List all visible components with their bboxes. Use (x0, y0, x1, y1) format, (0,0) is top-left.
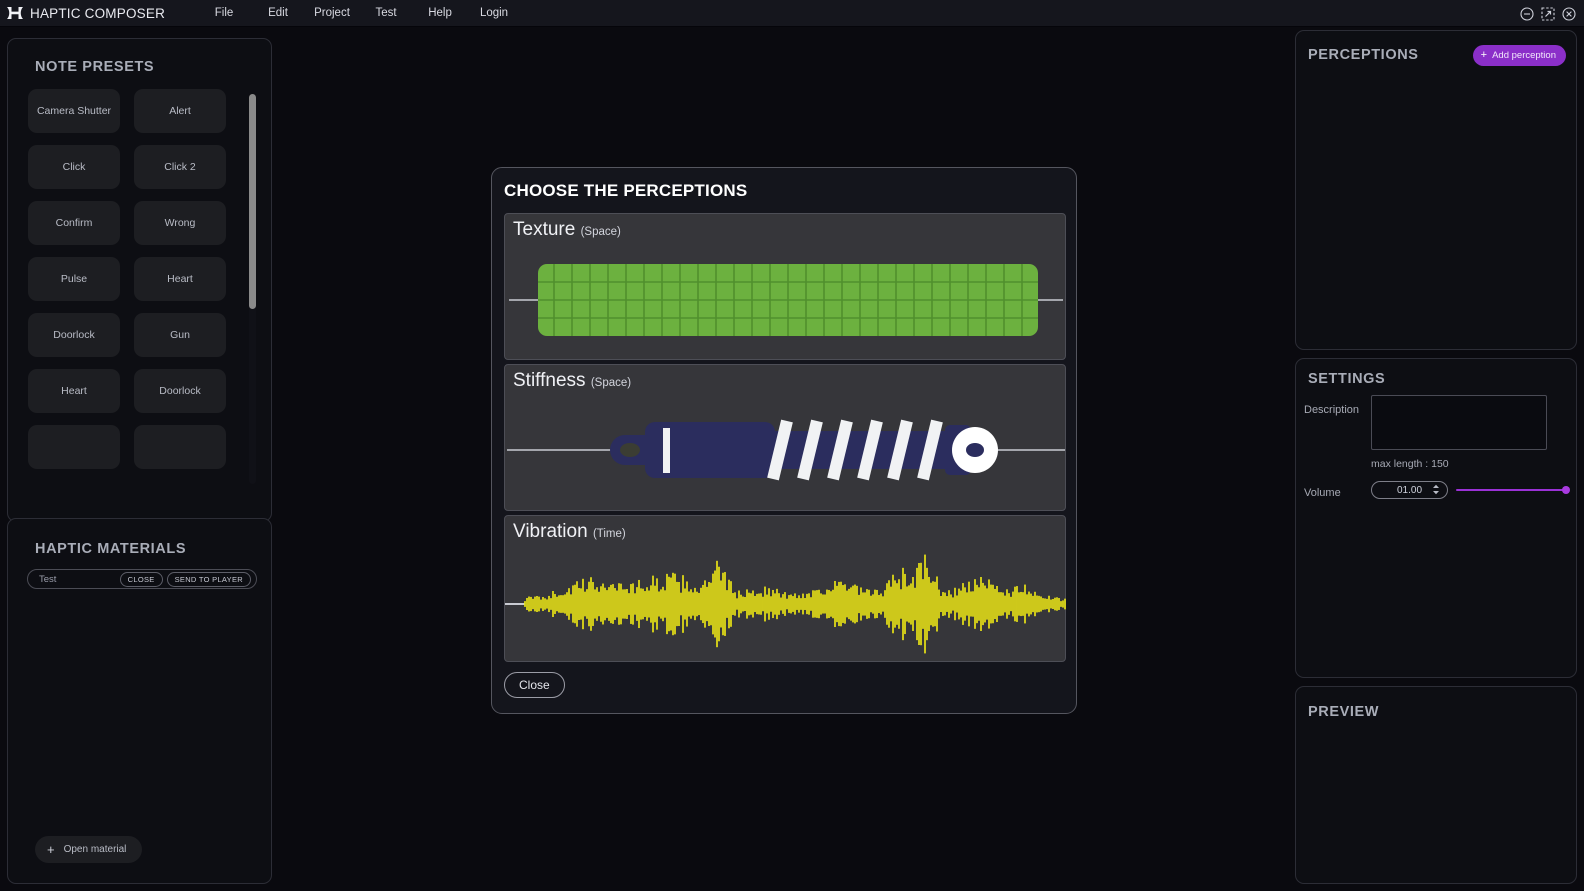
material-close-button[interactable]: CLOSE (119, 571, 163, 587)
preset-click-2[interactable]: Click 2 (134, 145, 226, 189)
waveform-yellow-icon (505, 554, 1066, 654)
volume-value: 01.00 (1396, 484, 1423, 496)
preset-doorlock-2[interactable]: Doorlock (134, 369, 226, 413)
preset-row: Pulse Heart (28, 257, 246, 301)
preset-wrong[interactable]: Wrong (134, 201, 226, 245)
perception-stiffness-domain: (Space) (590, 377, 632, 389)
note-presets-panel: NOTE PRESETS Camera Shutter Alert Click … (7, 38, 272, 522)
menu-item-help[interactable]: Help (413, 3, 467, 23)
perception-texture-domain: (Space) (580, 226, 621, 238)
spring-damper-icon (507, 419, 1065, 481)
volume-slider-thumb[interactable] (1562, 486, 1570, 494)
preset-confirm[interactable]: Confirm (28, 201, 120, 245)
max-length-hint: max length : 150 (1371, 458, 1449, 470)
perception-card-texture[interactable]: Texture (Space) (504, 213, 1066, 360)
preset-gun[interactable]: Gun (134, 313, 226, 357)
preset-row: Heart Doorlock (28, 369, 246, 413)
note-presets-grid: Camera Shutter Alert Click Click 2 Confi… (28, 89, 246, 489)
chevron-up-down-icon (1433, 484, 1439, 495)
perception-stiffness-label: Stiffness (Space) (513, 370, 631, 392)
preview-panel: PREVIEW (1295, 686, 1577, 884)
perception-vibration-domain: (Time) (592, 528, 626, 540)
preset-row: Doorlock Gun (28, 313, 246, 357)
modal-title: CHOOSE THE PERCEPTIONS (504, 181, 748, 200)
description-field[interactable] (1371, 395, 1547, 450)
perception-card-vibration[interactable]: Vibration (Time) (504, 515, 1066, 662)
haptic-materials-panel: HAPTIC MATERIALS Test CLOSE SEND TO PLAY… (7, 518, 272, 884)
menu-item-file[interactable]: File (197, 3, 251, 23)
settings-panel: SETTINGS Description max length : 150 Vo… (1295, 358, 1577, 678)
haptic-material-row[interactable]: Test CLOSE SEND TO PLAYER (27, 569, 257, 589)
preset-alert[interactable]: Alert (134, 89, 226, 133)
choose-perceptions-modal: CHOOSE THE PERCEPTIONS Texture (Space) S… (491, 167, 1077, 714)
settings-title: SETTINGS (1308, 371, 1386, 387)
stepper-chevrons-icon[interactable] (1432, 484, 1440, 495)
minimize-icon[interactable] (1520, 6, 1534, 21)
perception-texture-name: Texture (513, 219, 576, 240)
modal-close-button[interactable]: Close (504, 672, 565, 698)
hourglass-logo-icon (7, 7, 23, 19)
menu-bar: File Edit Project Test Help Login (197, 3, 521, 23)
app-title: HAPTIC COMPOSER (30, 5, 166, 21)
perception-texture-label: Texture (Space) (513, 219, 621, 241)
preset-partial-right[interactable] (134, 425, 226, 469)
preset-click[interactable]: Click (28, 145, 120, 189)
open-material-label: Open material (63, 844, 127, 855)
add-perception-button[interactable]: + Add perception (1472, 45, 1566, 66)
plus-icon: + (47, 842, 55, 857)
app-logo (0, 6, 30, 20)
note-presets-scrollbar[interactable] (249, 94, 256, 484)
preview-title: PREVIEW (1308, 704, 1380, 720)
texture-green-grid-icon (509, 264, 1063, 336)
note-presets-scrollbar-thumb[interactable] (249, 94, 256, 309)
menu-item-test[interactable]: Test (359, 3, 413, 23)
perception-vibration-name: Vibration (513, 521, 588, 542)
haptic-material-name: Test (39, 573, 57, 585)
preset-heart[interactable]: Heart (134, 257, 226, 301)
preset-row: Click Click 2 (28, 145, 246, 189)
volume-label: Volume (1304, 487, 1341, 499)
preset-pulse[interactable]: Pulse (28, 257, 120, 301)
perceptions-panel: PERCEPTIONS + Add perception (1295, 30, 1577, 350)
volume-stepper[interactable]: 01.00 (1371, 481, 1448, 499)
haptic-materials-title: HAPTIC MATERIALS (35, 541, 187, 557)
plus-icon: + (1480, 49, 1488, 61)
perception-vibration-label: Vibration (Time) (513, 521, 626, 543)
volume-slider-track (1456, 489, 1566, 491)
add-perception-label: Add perception (1492, 50, 1556, 61)
perceptions-title: PERCEPTIONS (1308, 47, 1419, 63)
note-presets-title: NOTE PRESETS (35, 59, 155, 75)
preset-row: Camera Shutter Alert (28, 89, 246, 133)
maximize-icon[interactable] (1541, 6, 1555, 21)
preset-heart-2[interactable]: Heart (28, 369, 120, 413)
window-controls (1520, 0, 1576, 27)
volume-slider[interactable] (1456, 486, 1570, 494)
open-material-button[interactable]: + Open material (35, 836, 143, 863)
material-send-to-player-button[interactable]: SEND TO PLAYER (166, 571, 251, 587)
menu-item-login[interactable]: Login (467, 3, 521, 23)
close-icon[interactable] (1562, 6, 1576, 21)
perception-card-stiffness[interactable]: Stiffness (Space) (504, 364, 1066, 511)
preset-partial-left[interactable] (28, 425, 120, 469)
menu-item-edit[interactable]: Edit (251, 3, 305, 23)
preset-doorlock[interactable]: Doorlock (28, 313, 120, 357)
preset-row: Confirm Wrong (28, 201, 246, 245)
perception-stiffness-name: Stiffness (513, 370, 586, 391)
preset-camera-shutter[interactable]: Camera Shutter (28, 89, 120, 133)
title-bar: HAPTIC COMPOSER File Edit Project Test H… (0, 0, 1584, 27)
menu-item-project[interactable]: Project (305, 3, 359, 23)
description-label: Description (1304, 404, 1360, 416)
preset-row (28, 425, 246, 469)
